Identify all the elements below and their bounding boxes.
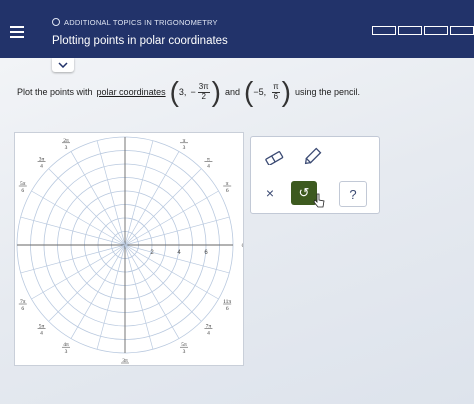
angle-label: 11π6 xyxy=(223,299,231,312)
progress-segment xyxy=(398,26,422,35)
eraser-button[interactable] xyxy=(261,147,287,169)
radial-label: 4 xyxy=(177,250,181,256)
svg-text:3: 3 xyxy=(65,349,68,355)
menu-icon[interactable] xyxy=(10,26,24,38)
svg-text:3: 3 xyxy=(65,145,68,151)
svg-text:3: 3 xyxy=(183,145,186,151)
progress-segment xyxy=(450,26,474,35)
topic-circle-icon xyxy=(52,18,60,26)
tool-panel: × ↺ ? xyxy=(250,136,380,214)
angle-label: 3π2 xyxy=(121,358,129,364)
point2-radius: −5, xyxy=(253,87,267,97)
angle-label: 5π3 xyxy=(180,342,188,355)
point1-sign: − xyxy=(190,87,196,97)
point1-angle: 3π 2 xyxy=(197,82,210,101)
grid-spoke xyxy=(124,140,154,246)
svg-text:6: 6 xyxy=(226,306,229,312)
grid-spoke xyxy=(20,216,126,246)
prompt-and: and xyxy=(225,87,241,97)
angle-label: 5π6 xyxy=(18,181,27,194)
app-header: ADDITIONAL TOPICS IN TRIGONOMETRY Plotti… xyxy=(0,0,474,58)
grid-spoke xyxy=(124,168,202,246)
grid-spoke xyxy=(70,151,126,246)
grid-spoke xyxy=(124,244,180,339)
help-button[interactable]: ? xyxy=(339,181,367,207)
grid-spoke xyxy=(31,244,126,300)
svg-text:4: 4 xyxy=(40,330,43,336)
clear-button[interactable]: × xyxy=(257,181,283,205)
grid-spoke xyxy=(96,140,126,246)
svg-text:4: 4 xyxy=(207,164,210,170)
grid-spoke xyxy=(124,244,154,350)
svg-text:2: 2 xyxy=(124,133,127,135)
angle-label: π6 xyxy=(223,181,232,194)
svg-text:6: 6 xyxy=(226,188,229,194)
progress-segment xyxy=(372,26,396,35)
svg-text:4: 4 xyxy=(207,330,210,336)
angle-label: 7π6 xyxy=(18,299,27,312)
topic-label: ADDITIONAL TOPICS IN TRIGONOMETRY xyxy=(52,18,218,27)
angle-label: 4π3 xyxy=(62,342,70,355)
grid-spoke xyxy=(124,151,180,246)
polar-grid[interactable]: 2460π6π4π3π22π33π45π6π7π65π44π33π25π37π4… xyxy=(15,133,243,365)
pencil-icon xyxy=(304,147,322,165)
angle-label: π2 xyxy=(124,133,127,135)
svg-text:3: 3 xyxy=(183,349,186,355)
point1-radius: 3, xyxy=(178,87,187,97)
grid-spoke xyxy=(20,244,126,274)
grid-spoke xyxy=(48,168,126,246)
angle-label: 3π4 xyxy=(37,157,46,170)
angle-label: 7π4 xyxy=(204,323,213,336)
question-prompt: Plot the points with polar coordinates (… xyxy=(17,76,361,107)
grid-spoke xyxy=(96,244,126,350)
prompt-lead: Plot the points with xyxy=(17,87,93,97)
angle-label: 0 xyxy=(242,243,243,249)
chevron-down-icon xyxy=(58,62,68,68)
angle-label: π3 xyxy=(180,138,188,151)
polar-graph-panel[interactable]: 2460π6π4π3π22π33π45π6π7π65π44π33π25π37π4… xyxy=(14,132,244,366)
svg-text:4: 4 xyxy=(40,164,43,170)
progress-segment xyxy=(424,26,448,35)
grid-spoke xyxy=(124,244,202,322)
pencil-button[interactable] xyxy=(299,145,325,169)
progress-bar xyxy=(372,26,474,35)
collapse-toggle[interactable] xyxy=(52,58,74,72)
polar-coordinates-link[interactable]: polar coordinates xyxy=(97,87,166,97)
angle-label: 2π3 xyxy=(62,138,70,151)
page-title: Plotting points in polar coordinates xyxy=(52,35,228,47)
eraser-icon xyxy=(265,151,284,165)
svg-text:6: 6 xyxy=(21,188,24,194)
point2-angle: π6 xyxy=(272,82,280,101)
svg-text:6: 6 xyxy=(21,306,24,312)
angle-label: 5π4 xyxy=(37,323,46,336)
grid-spoke xyxy=(48,244,126,322)
radial-label: 6 xyxy=(204,250,208,256)
grid-spoke xyxy=(31,190,126,246)
cursor-hand-icon xyxy=(313,193,325,208)
angle-label: π4 xyxy=(204,157,213,170)
svg-text:0: 0 xyxy=(242,243,243,249)
grid-spoke xyxy=(70,244,126,339)
grid-spoke xyxy=(124,190,219,246)
grid-spoke xyxy=(124,216,230,246)
prompt-tail: using the pencil. xyxy=(294,87,361,97)
